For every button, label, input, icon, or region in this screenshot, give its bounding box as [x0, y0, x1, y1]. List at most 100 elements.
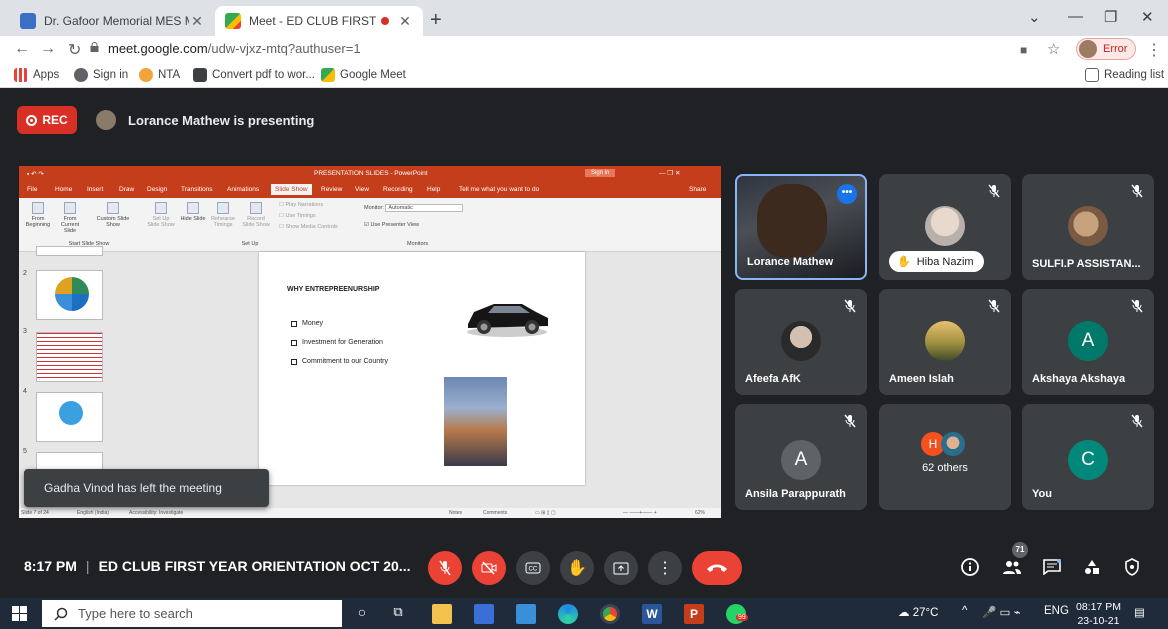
tab-gafoor[interactable]: Dr. Gafoor Memorial MES Mamp ✕: [10, 6, 215, 36]
participant-tile-ansila[interactable]: A Ansila Parappurath: [735, 404, 867, 510]
minimize-button[interactable]: —: [1068, 8, 1083, 25]
apps-grid-icon: [14, 68, 28, 82]
left-meeting-toast: Gadha Vinod has left the meeting: [24, 469, 269, 507]
tray-chevron-icon[interactable]: ^: [962, 605, 967, 617]
captions-button[interactable]: CC: [516, 551, 550, 585]
shared-screen-presentation: ▪ ↶ ↷ PRESENTATION SLIDES - PowerPoint S…: [19, 166, 721, 518]
profile-error-button[interactable]: Error: [1076, 38, 1136, 60]
word-icon[interactable]: W: [642, 604, 662, 624]
kebab-menu-icon[interactable]: ⋮: [1146, 40, 1162, 60]
save-icon: ▪ ↶ ↷: [27, 171, 44, 178]
bookmark-convert-pdf[interactable]: Convert pdf to wor...: [193, 68, 315, 82]
clock-time: 08:17 PM: [1076, 601, 1121, 613]
participant-tile-hiba[interactable]: ✋ Hiba Nazim: [879, 174, 1011, 280]
participant-name: Akshaya Akshaya: [1032, 373, 1126, 385]
bookmark-star-icon[interactable]: ☆: [1047, 40, 1060, 58]
forward-arrow-icon[interactable]: →: [40, 40, 56, 58]
slide-thumbnail: [36, 392, 103, 442]
whatsapp-icon[interactable]: 99: [726, 604, 748, 624]
reload-icon[interactable]: ↻: [68, 40, 81, 60]
participant-tile-lorance[interactable]: ••• Lorance Mathew: [735, 174, 867, 280]
participant-tile-akshaya[interactable]: A Akshaya Akshaya: [1022, 289, 1154, 395]
powerpoint-sign-in: Sign in: [585, 169, 616, 177]
bookmarks-bar: Apps Sign in NTA Convert pdf to wor... G…: [0, 64, 1168, 88]
participant-tile-others[interactable]: H 62 others: [879, 404, 1011, 510]
mic-off-icon: [439, 560, 451, 576]
windows-taskbar: Type here to search ○ ⧉ W P 99 ☁ 27°C ^ …: [0, 598, 1168, 629]
raise-hand-button[interactable]: ✋: [560, 551, 594, 585]
participant-name: Lorance Mathew: [747, 256, 834, 268]
close-window-button[interactable]: ✕: [1141, 8, 1154, 26]
url-path: /udw-vjxz-mtq?authuser=1: [207, 41, 361, 56]
chat-button[interactable]: [1040, 555, 1064, 579]
restore-button[interactable]: ❐: [1104, 8, 1117, 26]
tab-meet[interactable]: Meet - ED CLUB FIRST YEAR ✕: [215, 6, 423, 36]
others-count: 62 others: [922, 462, 968, 474]
participants-button[interactable]: [1000, 555, 1024, 579]
reading-list-button[interactable]: Reading list: [1085, 68, 1164, 82]
slide-thumbnail: [36, 246, 103, 256]
bookmark-nta[interactable]: NTA: [139, 68, 180, 82]
tab-search-chevron-icon[interactable]: ⌄: [1028, 8, 1041, 26]
bookmark-label: Apps: [33, 69, 60, 81]
presenting-banner: Lorance Mathew is presenting: [96, 106, 314, 134]
input-language[interactable]: ENG: [1044, 605, 1069, 617]
new-tab-button[interactable]: +: [430, 9, 442, 32]
address-bar[interactable]: meet.google.com/udw-vjxz-mtq?authuser=1: [108, 41, 361, 56]
participant-tile-sulfi[interactable]: SULFI.P ASSISTAN...: [1022, 174, 1154, 280]
participant-tile-you[interactable]: C You: [1022, 404, 1154, 510]
edge-icon[interactable]: [558, 604, 578, 624]
task-view-icon[interactable]: ⧉: [388, 604, 408, 624]
host-controls-button[interactable]: [1120, 555, 1144, 579]
slideshow-icon: [64, 202, 76, 214]
activities-button[interactable]: [1080, 555, 1104, 579]
notifications-icon[interactable]: ▤: [1134, 605, 1145, 619]
taskbar-search-box[interactable]: Type here to search: [42, 600, 342, 627]
store-icon[interactable]: [474, 604, 494, 624]
hand-icon: ✋: [567, 560, 587, 577]
pp-tab-animations: Animations: [227, 186, 260, 193]
back-arrow-icon[interactable]: ←: [14, 40, 30, 58]
timer-icon: [217, 202, 229, 214]
meeting-details-button[interactable]: [958, 555, 982, 579]
zoom-slider: — ——+—— +: [623, 510, 657, 516]
weather-widget[interactable]: ☁ 27°C: [898, 605, 938, 619]
cortana-icon[interactable]: ○: [352, 604, 372, 624]
avatar: [941, 432, 965, 456]
shield-icon: [1125, 558, 1139, 576]
mic-toggle-button[interactable]: [428, 551, 462, 585]
camera-indicator-icon[interactable]: ■: [1020, 43, 1027, 57]
present-screen-button[interactable]: [604, 551, 638, 585]
whatsapp-badge: 99: [736, 614, 748, 621]
bookmark-sign-in[interactable]: Sign in: [74, 68, 128, 82]
windows-start-icon[interactable]: [12, 606, 27, 621]
pp-share: Share: [689, 186, 707, 193]
meeting-title: ED CLUB FIRST YEAR ORIENTATION OCT 20...: [98, 558, 411, 574]
bookmark-google-meet[interactable]: Google Meet: [321, 68, 406, 82]
tray-status-icons[interactable]: 🎤 ▭ ⌁: [982, 605, 1021, 619]
powerpoint-menu: File Home Insert Draw Design Transitions…: [19, 182, 721, 198]
file-explorer-icon[interactable]: [432, 604, 452, 624]
hangup-icon: [707, 564, 727, 572]
recording-indicator[interactable]: REC: [17, 106, 77, 134]
mail-icon[interactable]: [516, 604, 536, 624]
powerpoint-icon[interactable]: P: [684, 604, 704, 624]
avatar: [1068, 206, 1108, 246]
pp-tab-insert: Insert: [87, 186, 104, 193]
slide-thumbnail: [36, 270, 103, 320]
close-tab-icon[interactable]: ✕: [397, 13, 413, 30]
more-options-button[interactable]: ⋮: [648, 551, 682, 585]
participant-tile-afeefa[interactable]: Afeefa AfK: [735, 289, 867, 395]
leave-call-button[interactable]: [692, 551, 742, 585]
close-tab-icon[interactable]: ✕: [189, 13, 205, 30]
speaking-name-pill: ✋ Hiba Nazim: [889, 251, 984, 272]
participant-tile-ameen[interactable]: Ameen Islah: [879, 289, 1011, 395]
pp-tab-transitions: Transitions: [181, 186, 213, 193]
camera-toggle-button[interactable]: [472, 551, 506, 585]
lock-icon[interactable]: [90, 42, 99, 52]
chrome-icon[interactable]: [600, 604, 620, 624]
setup-icon: [155, 202, 167, 214]
more-options-icon[interactable]: •••: [837, 184, 857, 204]
bookmark-apps[interactable]: Apps: [14, 68, 59, 82]
taskbar-clock[interactable]: 08:17 PM 23-10-21: [1076, 600, 1121, 628]
